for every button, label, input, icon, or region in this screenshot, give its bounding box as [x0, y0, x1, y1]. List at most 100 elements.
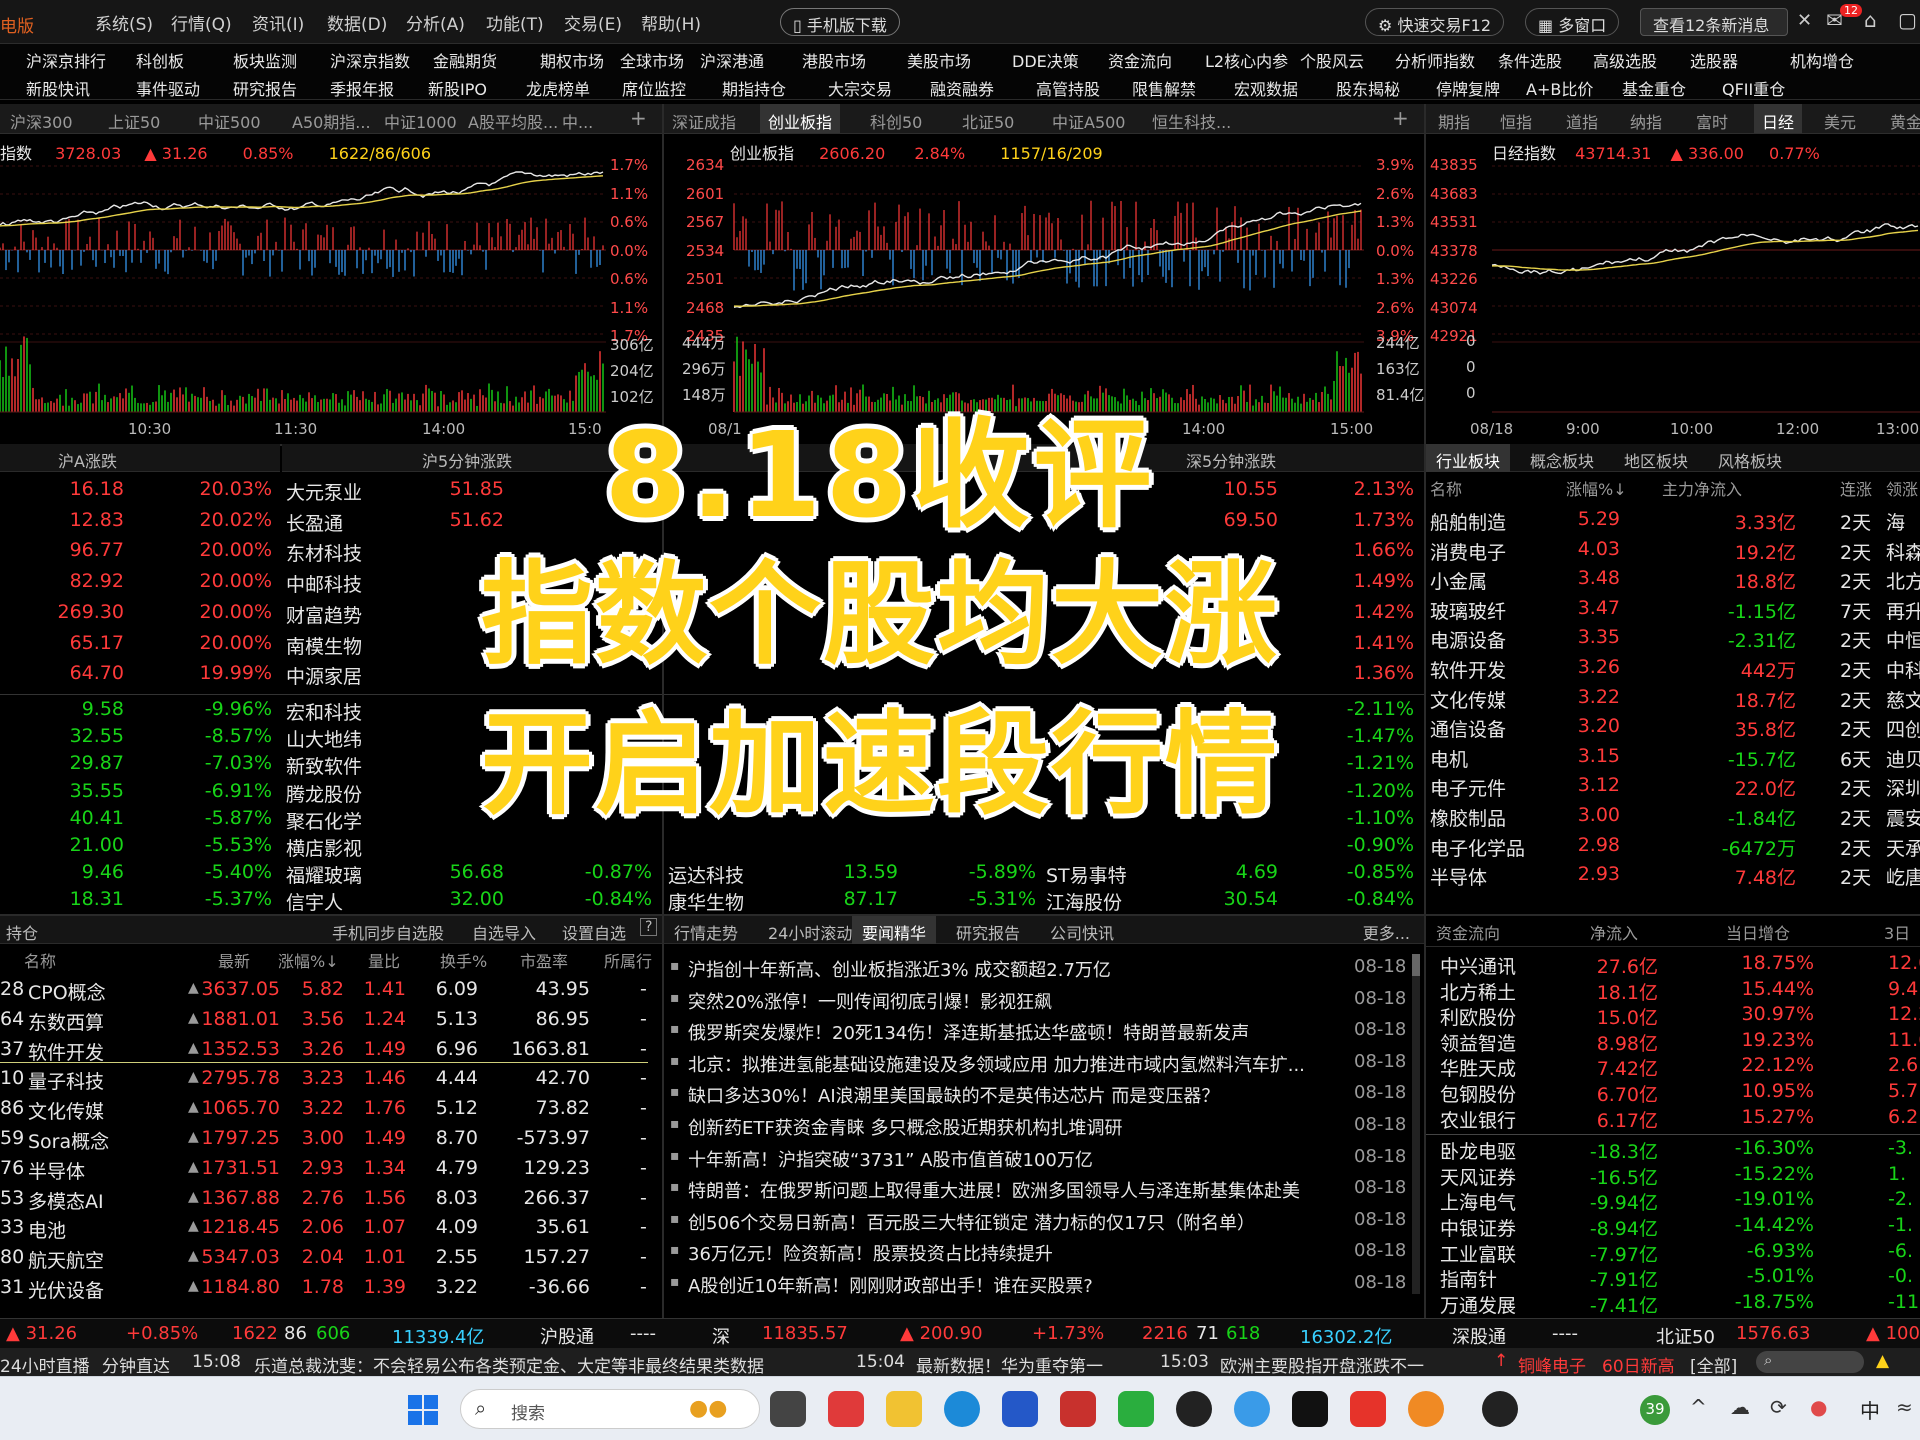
news-headline[interactable]: 北京：拟推进氢能基础设施建设及多领域应用 加力推进市域内氢燃料汽车扩... — [688, 1051, 1324, 1077]
watch-name[interactable]: 多模态AI — [28, 1187, 104, 1214]
menu1-item[interactable]: 沪深京指数 — [330, 48, 410, 72]
flow-col-header[interactable]: 资金流向 — [1436, 920, 1500, 944]
menu-analysis[interactable]: 分析(A) — [406, 10, 465, 35]
menu-function[interactable]: 功能(T) — [486, 10, 544, 35]
bell-icon[interactable]: ▲ — [188, 1099, 199, 1115]
watch-col-header[interactable]: 市盈率 — [520, 948, 568, 972]
chevron-up-icon[interactable]: ^ — [1690, 1395, 1707, 1419]
flow-stock-name[interactable]: 万通发展 — [1440, 1291, 1516, 1318]
menu2-item[interactable]: 停牌复牌 — [1436, 76, 1500, 99]
menu2-item[interactable]: 新股IPO — [428, 76, 487, 99]
folder-icon[interactable] — [886, 1391, 922, 1427]
ticker-minute[interactable]: 分钟直达 — [102, 1352, 170, 1376]
edge-icon[interactable] — [944, 1391, 980, 1427]
news-headline[interactable]: 缺口多达30%！AI浪潮里美国最缺的不是英伟达芯片 而是变压器？ — [688, 1082, 1324, 1108]
flow-stock-name[interactable]: 领益智造 — [1440, 1029, 1516, 1056]
menu2-item[interactable]: 席位监控 — [622, 76, 686, 99]
sector-name[interactable]: 文化传媒 — [1430, 686, 1506, 713]
index-tab[interactable]: 中证A500 — [1044, 104, 1134, 133]
stock-name[interactable]: 大元泵业 — [286, 478, 362, 505]
menu1-item[interactable]: 机构增仓 — [1790, 48, 1854, 72]
add-tab-icon[interactable]: + — [1392, 106, 1409, 130]
menu2-item[interactable]: 期指持仓 — [722, 76, 786, 99]
news-tab[interactable]: 研究报告 — [946, 916, 1030, 944]
bell-icon[interactable]: ▲ — [188, 1069, 199, 1085]
scrollbar[interactable] — [1412, 954, 1420, 1294]
watch-name[interactable]: 文化传媒 — [28, 1097, 104, 1124]
index-tab[interactable]: 富时 — [1688, 104, 1736, 133]
bell-icon[interactable]: ▲ — [188, 1010, 199, 1026]
stock-name[interactable]: 运达科技 — [668, 861, 744, 888]
index-tab[interactable]: 上证50 — [100, 104, 168, 133]
watch-name[interactable]: 东数西算 — [28, 1008, 104, 1035]
index-tab[interactable]: 恒生科技... — [1144, 104, 1239, 133]
menu1-item[interactable]: 沪深京排行 — [26, 48, 106, 72]
flow-stock-name[interactable]: 工业富联 — [1440, 1240, 1516, 1267]
sector-tab[interactable]: 概念板块 — [1520, 444, 1604, 472]
sector-tab[interactable]: 地区板块 — [1614, 444, 1698, 472]
windows-start-icon[interactable] — [408, 1395, 438, 1425]
menu2-item[interactable]: 新股快讯 — [26, 76, 90, 99]
ticker-news[interactable]: 乐道总裁沈斐：不会轻易公布各类预定金、大定等非最终结果类数据 — [254, 1352, 854, 1376]
sector-col-header[interactable]: 连涨 — [1840, 476, 1872, 500]
help-icon[interactable]: ? — [640, 918, 658, 936]
sector-name[interactable]: 电子化学品 — [1430, 834, 1525, 861]
watchlist-tab[interactable]: 手机同步自选股 — [332, 920, 444, 944]
watch-col-header[interactable]: 涨幅%↓ — [278, 948, 339, 972]
sector-name[interactable]: 消费电子 — [1430, 538, 1506, 565]
close-msg-icon[interactable]: ✕ — [1797, 10, 1812, 31]
hot-stock[interactable]: 铜峰电子 — [1518, 1352, 1586, 1376]
index-tab[interactable]: 期指 — [1430, 104, 1478, 133]
news-headline[interactable]: 十年新高！沪指突破“3731” A股市值首破100万亿 — [688, 1146, 1324, 1172]
sector-name[interactable]: 电机 — [1430, 745, 1468, 772]
sector-leader[interactable]: 中恒 — [1886, 626, 1920, 653]
flow-stock-name[interactable]: 天风证券 — [1440, 1163, 1516, 1190]
bell-icon[interactable]: ▲ — [188, 980, 199, 996]
sector-leader[interactable]: 海 — [1886, 508, 1905, 535]
mic-icon[interactable]: ● — [1810, 1395, 1827, 1419]
news-headline[interactable]: 俄罗斯突发爆炸！20死134伤！泽连斯基抵达华盛顿！特朗普最新发声 — [688, 1019, 1324, 1045]
taskbar-search[interactable]: ⌕ 搜索 ●● — [460, 1389, 760, 1429]
menu-data[interactable]: 数据(D) — [327, 10, 387, 35]
ime-indicator[interactable]: 中 — [1860, 1395, 1880, 1424]
index-tab[interactable]: 沪深300 — [2, 104, 81, 133]
weather-badge[interactable]: 39 — [1640, 1395, 1670, 1425]
news-tab[interactable]: 行情走势 — [664, 916, 748, 944]
index-tab[interactable]: 纳指 — [1622, 104, 1670, 133]
stock-name[interactable]: 山大地纬 — [286, 725, 362, 752]
menu1-item[interactable]: 高级选股 — [1593, 48, 1657, 72]
tiktok-icon[interactable] — [1292, 1391, 1328, 1427]
news-tab[interactable]: 公司快讯 — [1040, 916, 1124, 944]
watch-name[interactable]: 光伏设备 — [28, 1276, 104, 1303]
menu-help[interactable]: 帮助(H) — [641, 10, 701, 35]
menu2-item[interactable]: 龙虎榜单 — [526, 76, 590, 99]
news-ticker[interactable]: 24小时直播 分钟直达 15:08 乐道总裁沈斐：不会轻易公布各类预定金、大定等… — [0, 1348, 1920, 1376]
bell-icon[interactable]: ▲ — [188, 1159, 199, 1175]
ticker-news[interactable]: 欧洲主要股指开盘涨跌不一 — [1220, 1352, 1490, 1376]
bell-icon[interactable]: ▲ — [188, 1189, 199, 1205]
sector-leader[interactable]: 迪贝 — [1886, 745, 1920, 772]
menu2-item[interactable]: 基金重仓 — [1622, 76, 1686, 99]
menu1-item[interactable]: 全球市场 — [620, 48, 684, 72]
sector-name[interactable]: 电子元件 — [1430, 774, 1506, 801]
menu2-item[interactable]: 股东揭秘 — [1336, 76, 1400, 99]
menu1-item[interactable]: 分析师指数 — [1395, 48, 1475, 72]
index-tab[interactable]: A50期指... — [284, 104, 379, 133]
menu2-item[interactable]: 大宗交易 — [828, 76, 892, 99]
watch-name[interactable]: 量子科技 — [28, 1067, 104, 1094]
menu-info[interactable]: 资讯(I) — [252, 10, 304, 35]
flow-col-header[interactable]: 净流入 — [1590, 920, 1638, 944]
task-view-icon[interactable] — [770, 1391, 806, 1427]
news-headline[interactable]: 突然20%涨停！一则传闻彻底引爆！影视狂飙 — [688, 988, 1324, 1014]
bell-icon[interactable]: ▲ — [188, 1278, 199, 1294]
ticker-news[interactable]: 最新数据！华为重夺第一 — [916, 1352, 1103, 1376]
bell-icon[interactable]: ▲ — [1876, 1351, 1889, 1371]
add-tab-icon[interactable]: + — [630, 106, 647, 130]
stock-name[interactable]: 中邮科技 — [286, 570, 362, 597]
sector-name[interactable]: 半导体 — [1430, 863, 1487, 890]
sector-leader[interactable]: 天承 — [1886, 834, 1920, 861]
sector-name[interactable]: 电源设备 — [1430, 626, 1506, 653]
index-tab[interactable]: 道指 — [1558, 104, 1606, 133]
sh-index-chart[interactable]: 指数 3728.03 ▲ 31.26 0.85% 1622/86/606 1.7… — [0, 136, 662, 444]
watch-col-header[interactable]: 名称 — [24, 948, 56, 972]
